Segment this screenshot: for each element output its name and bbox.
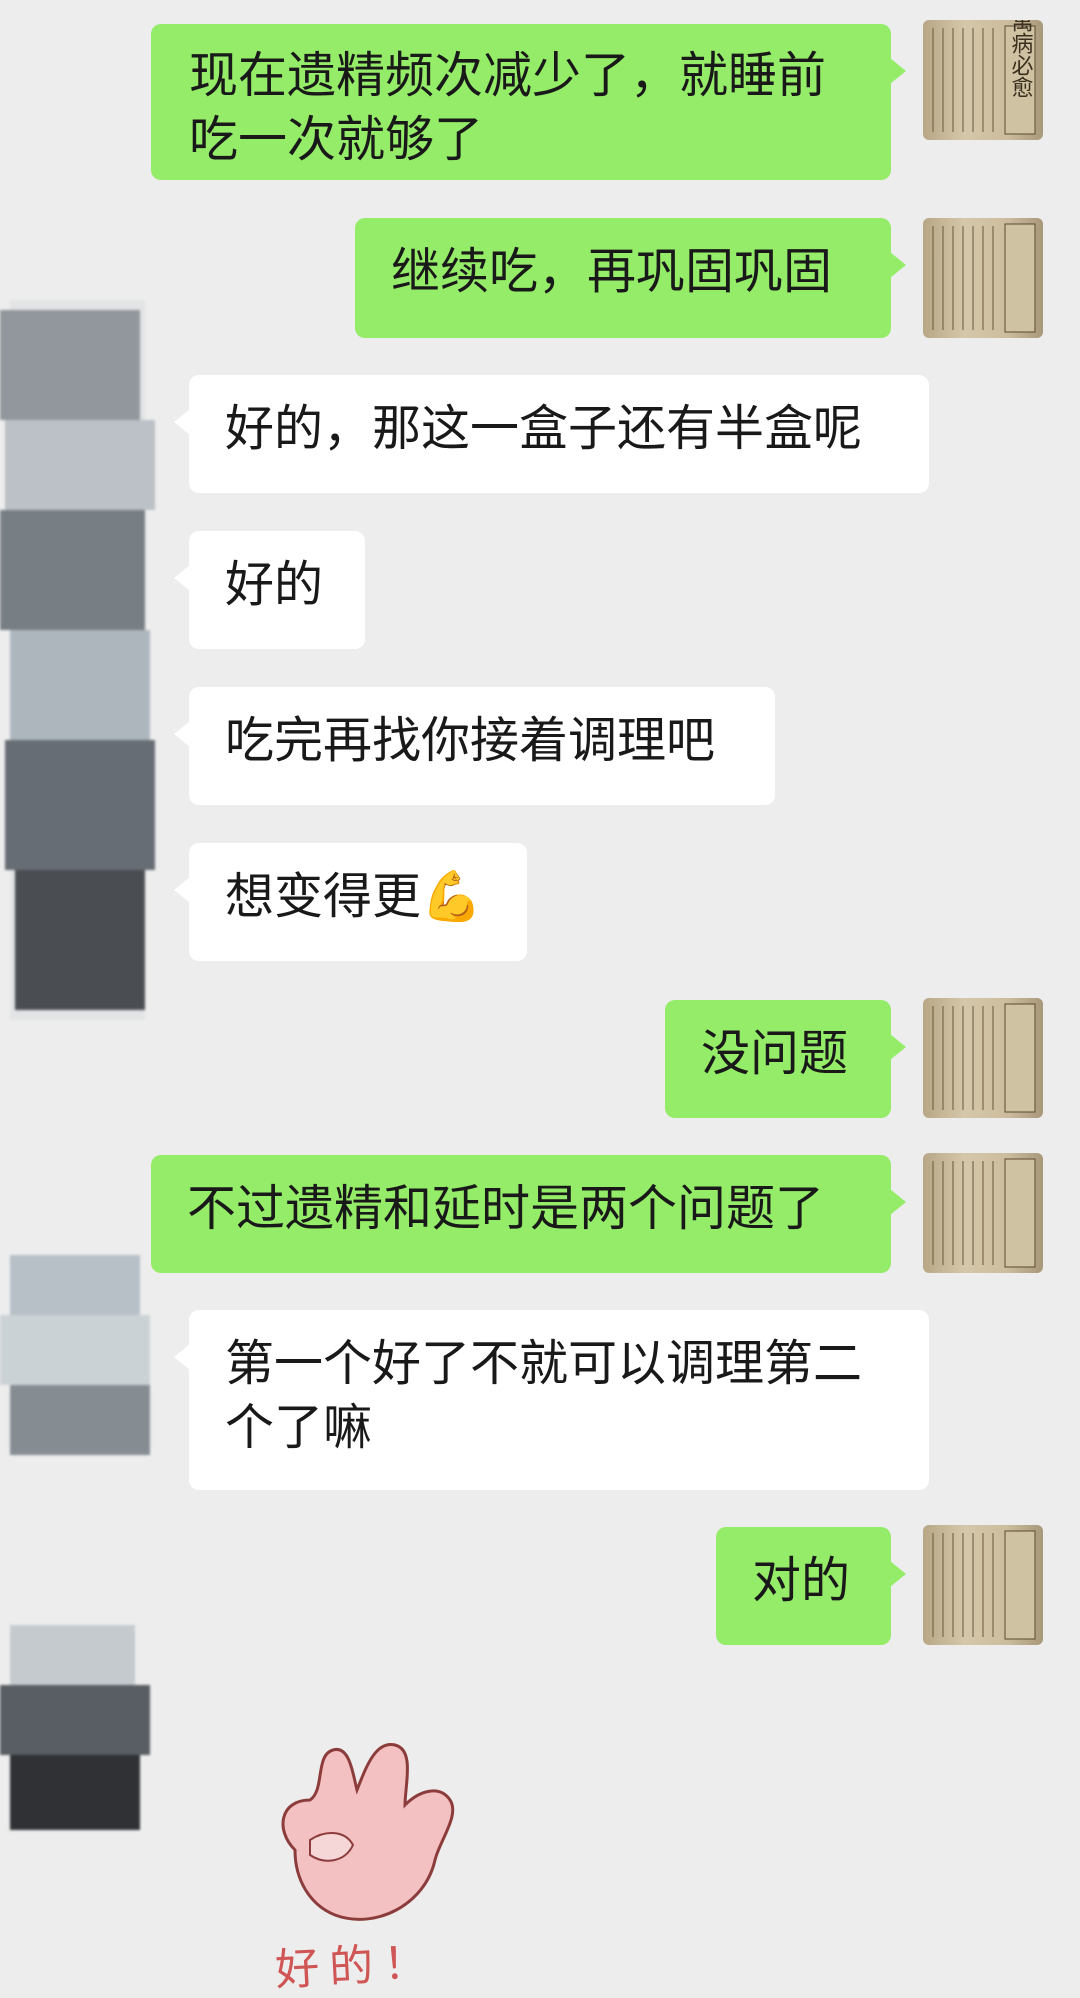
blurred-avatar-icon bbox=[0, 300, 155, 1020]
contact-avatar[interactable] bbox=[0, 1255, 155, 1455]
contact-avatar[interactable] bbox=[0, 1625, 155, 1830]
contact-avatar[interactable] bbox=[0, 300, 155, 1020]
book-cover-icon bbox=[932, 1003, 1036, 1113]
message-bubble-incoming[interactable]: 吃完再找你接着调理吧 bbox=[174, 687, 775, 805]
message-bubble-incoming[interactable]: 好的，那这一盒子还有半盒呢 bbox=[174, 375, 929, 493]
message-bubble-outgoing[interactable]: 不过遗精和延时是两个问题了 bbox=[151, 1155, 906, 1273]
blurred-avatar-icon bbox=[0, 1625, 150, 1830]
my-avatar[interactable] bbox=[923, 1525, 1043, 1645]
sticker-caption: 好的！ bbox=[274, 1936, 439, 1997]
my-avatar[interactable] bbox=[923, 218, 1043, 338]
book-cover-icon bbox=[932, 1158, 1036, 1268]
message-bubble-incoming[interactable]: 好的 bbox=[174, 531, 365, 649]
my-avatar[interactable] bbox=[923, 1153, 1043, 1273]
message-bubble-incoming[interactable]: 第一个好了不就可以调理第二个了嘛 bbox=[174, 1310, 929, 1490]
message-bubble-outgoing[interactable]: 对的 bbox=[716, 1527, 906, 1645]
book-title-char: 萬病必愈 bbox=[1008, 20, 1034, 98]
message-bubble-outgoing[interactable]: 没问题 bbox=[665, 1000, 906, 1118]
my-avatar[interactable]: 萬病必愈 bbox=[923, 20, 1043, 140]
message-bubble-outgoing[interactable]: 现在遗精频次减少了，就睡前吃一次就够了 bbox=[151, 24, 906, 180]
message-bubble-incoming[interactable]: 想变得更💪 bbox=[174, 843, 527, 961]
my-avatar[interactable] bbox=[923, 998, 1043, 1118]
blurred-avatar-icon bbox=[0, 1255, 150, 1455]
message-bubble-outgoing[interactable]: 继续吃，再巩固巩固 bbox=[355, 218, 906, 338]
hand-gesture-icon bbox=[281, 1743, 455, 1921]
book-cover-icon: 萬病必愈 bbox=[932, 20, 1036, 135]
book-cover-icon bbox=[932, 223, 1036, 333]
book-cover-icon bbox=[932, 1530, 1036, 1640]
